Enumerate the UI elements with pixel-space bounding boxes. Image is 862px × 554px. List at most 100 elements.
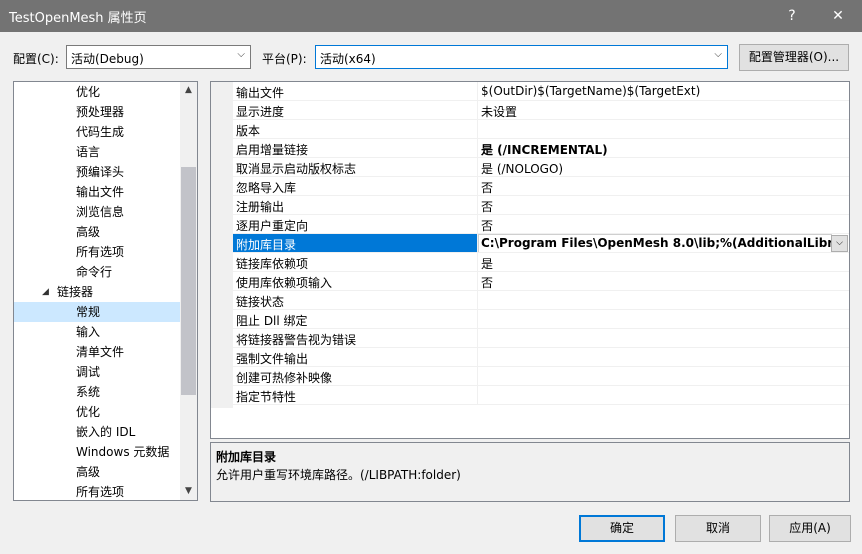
property-row[interactable]: 取消显示启动版权标志 是 (/NOLOGO) — [211, 158, 849, 177]
column-divider — [477, 234, 478, 253]
property-row[interactable]: 显示进度 未设置 — [211, 101, 849, 120]
tree-item[interactable]: 预编译头 — [14, 162, 180, 182]
tree-item[interactable]: 所有选项 — [14, 242, 180, 262]
property-row[interactable]: 注册输出 否 — [211, 196, 849, 215]
property-name: 取消显示启动版权标志 — [236, 162, 357, 176]
tree-item[interactable]: 调试 — [14, 362, 180, 382]
column-divider — [477, 291, 478, 310]
chevron-down-icon: ⌵ — [237, 49, 245, 60]
dropdown-button[interactable]: ⌵ — [831, 235, 848, 252]
property-value: 是 (/NOLOGO) — [481, 162, 564, 176]
column-divider — [477, 101, 478, 120]
property-name: 附加库目录 — [236, 238, 297, 252]
tree-item-label: 高级 — [76, 465, 101, 479]
tree-item[interactable]: 代码生成 — [14, 122, 180, 142]
tree-item[interactable]: ◢ 链接器 — [14, 282, 180, 302]
category-tree[interactable]: 优化 预处理器 代码生成 语言 预编译头 输出文件 浏览信息 高级 所有选项 命令行 ◢ 链接器 常规输… — [13, 81, 198, 501]
property-value: 是 (/INCREMENTAL) — [481, 143, 608, 157]
property-row[interactable]: 指定节特性 — [211, 386, 849, 405]
column-divider — [477, 386, 478, 405]
tree-item-label: 所有选项 — [76, 245, 125, 259]
property-name: 链接状态 — [236, 295, 285, 309]
property-row[interactable]: 创建可热修补映像 — [211, 367, 849, 386]
config-value: 活动(Debug) — [71, 52, 144, 66]
window-title: TestOpenMesh 属性页 — [9, 11, 147, 26]
tree-item[interactable]: 语言 — [14, 142, 180, 162]
column-divider — [477, 215, 478, 234]
property-row[interactable]: 忽略导入库 否 — [211, 177, 849, 196]
property-row[interactable]: 使用库依赖项输入 否 — [211, 272, 849, 291]
tree-item-label: 系统 — [76, 385, 101, 399]
description-title: 附加库目录 — [216, 450, 277, 464]
tree-item[interactable]: 输入 — [14, 322, 180, 342]
column-divider — [477, 367, 478, 386]
scroll-thumb[interactable] — [181, 167, 196, 395]
column-divider — [477, 82, 478, 101]
cancel-button[interactable]: 取消 — [675, 515, 761, 542]
property-name: 显示进度 — [236, 105, 285, 119]
tree-item[interactable]: 命令行 — [14, 262, 180, 282]
property-row[interactable]: 附加库目录 C:\Program Files\OpenMesh 8.0\lib;%… — [211, 234, 849, 253]
tree-item[interactable]: 输出文件 — [14, 182, 180, 202]
tree-item[interactable]: 浏览信息 — [14, 202, 180, 222]
scroll-down-icon[interactable]: ▼ — [180, 483, 197, 500]
tree-item[interactable]: 优化 — [14, 402, 180, 422]
tree-item[interactable]: 优化 — [14, 82, 180, 102]
property-row[interactable]: 阻止 Dll 绑定 — [211, 310, 849, 329]
property-row[interactable]: 链接状态 — [211, 291, 849, 310]
property-name: 注册输出 — [236, 200, 285, 214]
tree-item-label: 浏览信息 — [76, 205, 125, 219]
config-select[interactable]: 活动(Debug) ⌵ — [66, 45, 251, 69]
property-row[interactable]: 启用增量链接 是 (/INCREMENTAL) — [211, 139, 849, 158]
property-name: 版本 — [236, 124, 261, 138]
tree-item-label: 代码生成 — [76, 125, 125, 139]
column-divider — [477, 158, 478, 177]
tree-item[interactable]: 清单文件 — [14, 342, 180, 362]
tree-item[interactable]: 嵌入的 IDL — [14, 422, 180, 442]
tree-item[interactable]: 高级 — [14, 222, 180, 242]
scroll-up-icon[interactable]: ▲ — [180, 82, 197, 99]
column-divider — [477, 120, 478, 139]
config-label: 配置(C): — [13, 52, 59, 66]
config-manager-button[interactable]: 配置管理器(O)... — [739, 44, 849, 71]
property-row[interactable]: 版本 — [211, 120, 849, 139]
property-value: 是 — [481, 257, 494, 271]
platform-select[interactable]: 活动(x64) ⌵ — [315, 45, 728, 69]
property-row[interactable]: 链接库依赖项 是 — [211, 253, 849, 272]
property-name: 创建可热修补映像 — [236, 371, 333, 385]
tree-item-label: 输出文件 — [76, 185, 125, 199]
tree-item-label: 所有选项 — [76, 485, 125, 499]
column-divider — [477, 177, 478, 196]
tree-item[interactable]: Windows 元数据 — [14, 442, 180, 462]
column-divider — [477, 196, 478, 215]
tree-item[interactable]: 所有选项 — [14, 482, 180, 500]
expand-arrow-icon[interactable]: ◢ — [42, 282, 49, 302]
property-row[interactable]: 输出文件 $(OutDir)$(TargetName)$(TargetExt) — [211, 82, 849, 101]
platform-value: 活动(x64) — [320, 52, 376, 66]
property-row[interactable]: 逐用户重定向 否 — [211, 215, 849, 234]
tree-item[interactable]: 高级 — [14, 462, 180, 482]
description-text: 允许用户重写环境库路径。(/LIBPATH:folder) — [216, 468, 461, 482]
tree-item[interactable]: 常规 — [14, 302, 180, 322]
column-divider — [477, 253, 478, 272]
help-button[interactable]: ? — [769, 0, 815, 32]
tree-item[interactable]: 系统 — [14, 382, 180, 402]
tree-item-label: 语言 — [76, 145, 101, 159]
apply-button[interactable]: 应用(A) — [769, 515, 851, 542]
tree-item-label: 高级 — [76, 225, 101, 239]
tree-item-label: 输入 — [76, 325, 101, 339]
tree-scrollbar[interactable]: ▲ ▼ — [180, 82, 197, 500]
chevron-down-icon: ⌵ — [714, 49, 722, 60]
property-value: $(OutDir)$(TargetName)$(TargetExt) — [481, 84, 701, 98]
property-name: 阻止 Dll 绑定 — [236, 314, 308, 328]
property-grid[interactable]: 输出文件 $(OutDir)$(TargetName)$(TargetExt) 显示… — [210, 81, 850, 439]
tree-item-label: 命令行 — [76, 265, 113, 279]
ok-button[interactable]: 确定 — [579, 515, 665, 542]
property-row[interactable]: 将链接器警告视为错误 — [211, 329, 849, 348]
close-button[interactable]: ✕ — [815, 0, 861, 32]
property-row[interactable]: 强制文件输出 — [211, 348, 849, 367]
property-value: 否 — [481, 219, 494, 233]
property-name: 链接库依赖项 — [236, 257, 309, 271]
property-value: 否 — [481, 200, 494, 214]
tree-item[interactable]: 预处理器 — [14, 102, 180, 122]
